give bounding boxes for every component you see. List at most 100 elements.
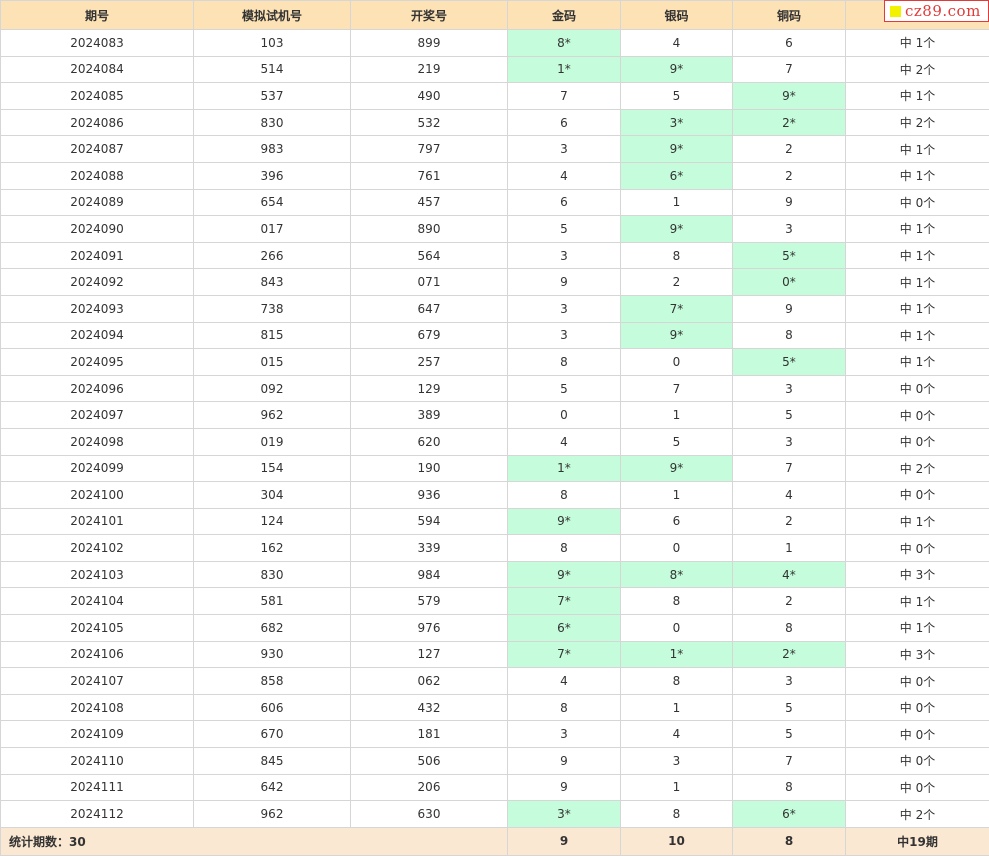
cell-gold: 6: [508, 189, 621, 216]
cell-sim-number: 815: [194, 322, 351, 349]
table-row: 2024107858062483中 0个: [1, 668, 989, 695]
cell-sim-number: 983: [194, 136, 351, 163]
cell-sim-number: 738: [194, 295, 351, 322]
cell-result: 中 2个: [846, 109, 989, 136]
table-row: 2024108606432815中 0个: [1, 694, 989, 721]
cell-sim-number: 396: [194, 162, 351, 189]
table-row: 2024095015257805*中 1个: [1, 349, 989, 376]
cell-bronze: 8: [733, 774, 846, 801]
cell-result: 中 1个: [846, 216, 989, 243]
table-row: 202408798379739*2中 1个: [1, 136, 989, 163]
cell-sim-number: 304: [194, 482, 351, 509]
cell-sim-number: 830: [194, 109, 351, 136]
cell-issue: 2024086: [1, 109, 194, 136]
cell-gold: 7: [508, 83, 621, 110]
cell-bronze: 0*: [733, 269, 846, 296]
cell-bronze: 5*: [733, 242, 846, 269]
cell-gold: 8*: [508, 30, 621, 57]
column-header-sim-number: 模拟试机号: [194, 1, 351, 30]
cell-result: 中 1个: [846, 588, 989, 615]
cell-draw-number: 679: [351, 322, 508, 349]
cell-sim-number: 845: [194, 748, 351, 775]
cell-gold: 9: [508, 748, 621, 775]
cell-silver: 0: [621, 615, 733, 642]
cell-result: 中 1个: [846, 349, 989, 376]
cell-bronze: 1: [733, 535, 846, 562]
cell-bronze: 6: [733, 30, 846, 57]
cell-result: 中 1个: [846, 269, 989, 296]
cell-draw-number: 630: [351, 801, 508, 828]
table-header-row: 期号 模拟试机号 开奖号 金码 银码 铜码: [1, 1, 989, 30]
cell-sim-number: 537: [194, 83, 351, 110]
cell-sim-number: 015: [194, 349, 351, 376]
cell-bronze: 5*: [733, 349, 846, 376]
cell-issue: 2024108: [1, 694, 194, 721]
cell-issue: 2024085: [1, 83, 194, 110]
cell-draw-number: 339: [351, 535, 508, 562]
table-row: 20240831038998*46中 1个: [1, 30, 989, 57]
summary-gold-count: 9: [508, 827, 621, 855]
cell-draw-number: 181: [351, 721, 508, 748]
cell-silver: 8: [621, 588, 733, 615]
table-row: 202409001789059*3中 1个: [1, 216, 989, 243]
table-row: 2024110845506937中 0个: [1, 748, 989, 775]
cell-issue: 2024104: [1, 588, 194, 615]
cell-silver: 9*: [621, 322, 733, 349]
cell-bronze: 3: [733, 668, 846, 695]
cell-draw-number: 984: [351, 561, 508, 588]
column-header-gold: 金码: [508, 1, 621, 30]
cell-issue: 2024087: [1, 136, 194, 163]
cell-draw-number: 062: [351, 668, 508, 695]
cell-bronze: 2*: [733, 109, 846, 136]
cell-draw-number: 620: [351, 428, 508, 455]
cell-bronze: 9: [733, 295, 846, 322]
table-row: 202408683053263*2*中 2个: [1, 109, 989, 136]
cell-silver: 3*: [621, 109, 733, 136]
cell-issue: 2024102: [1, 535, 194, 562]
cell-sim-number: 514: [194, 56, 351, 83]
cell-sim-number: 103: [194, 30, 351, 57]
cell-sim-number: 858: [194, 668, 351, 695]
table-row: 2024109670181345中 0个: [1, 721, 989, 748]
cell-draw-number: 257: [351, 349, 508, 376]
cell-gold: 1*: [508, 455, 621, 482]
cell-issue: 2024111: [1, 774, 194, 801]
summary-result: 中19期: [846, 827, 989, 855]
cell-result: 中 1个: [846, 322, 989, 349]
cell-result: 中 0个: [846, 482, 989, 509]
cell-draw-number: 206: [351, 774, 508, 801]
cell-silver: 7*: [621, 295, 733, 322]
cell-silver: 8: [621, 242, 733, 269]
table-row: 20241056829766*08中 1个: [1, 615, 989, 642]
cell-result: 中 3个: [846, 641, 989, 668]
square-icon: [890, 6, 901, 17]
cell-result: 中 1个: [846, 83, 989, 110]
cell-bronze: 5: [733, 402, 846, 429]
cell-draw-number: 432: [351, 694, 508, 721]
table-row: 2024092843071920*中 1个: [1, 269, 989, 296]
table-row: 20240845142191*9*7中 2个: [1, 56, 989, 83]
cell-gold: 9: [508, 774, 621, 801]
table-row: 20241011245949*62中 1个: [1, 508, 989, 535]
cell-draw-number: 490: [351, 83, 508, 110]
cell-silver: 9*: [621, 216, 733, 243]
column-header-bronze: 铜码: [733, 1, 846, 30]
table-body: 20240831038998*46中 1个20240845142191*9*7中…: [1, 30, 989, 828]
cell-draw-number: 564: [351, 242, 508, 269]
cell-draw-number: 890: [351, 216, 508, 243]
cell-result: 中 2个: [846, 455, 989, 482]
cell-draw-number: 506: [351, 748, 508, 775]
cell-result: 中 0个: [846, 535, 989, 562]
cell-result: 中 0个: [846, 375, 989, 402]
table-row: 20241129626303*86*中 2个: [1, 801, 989, 828]
cell-result: 中 1个: [846, 615, 989, 642]
cell-bronze: 3: [733, 428, 846, 455]
cell-bronze: 2: [733, 508, 846, 535]
cell-silver: 8: [621, 801, 733, 828]
cell-issue: 2024093: [1, 295, 194, 322]
cell-gold: 6*: [508, 615, 621, 642]
cell-issue: 2024103: [1, 561, 194, 588]
cell-bronze: 3: [733, 216, 846, 243]
cell-gold: 9*: [508, 508, 621, 535]
cell-silver: 4: [621, 30, 733, 57]
